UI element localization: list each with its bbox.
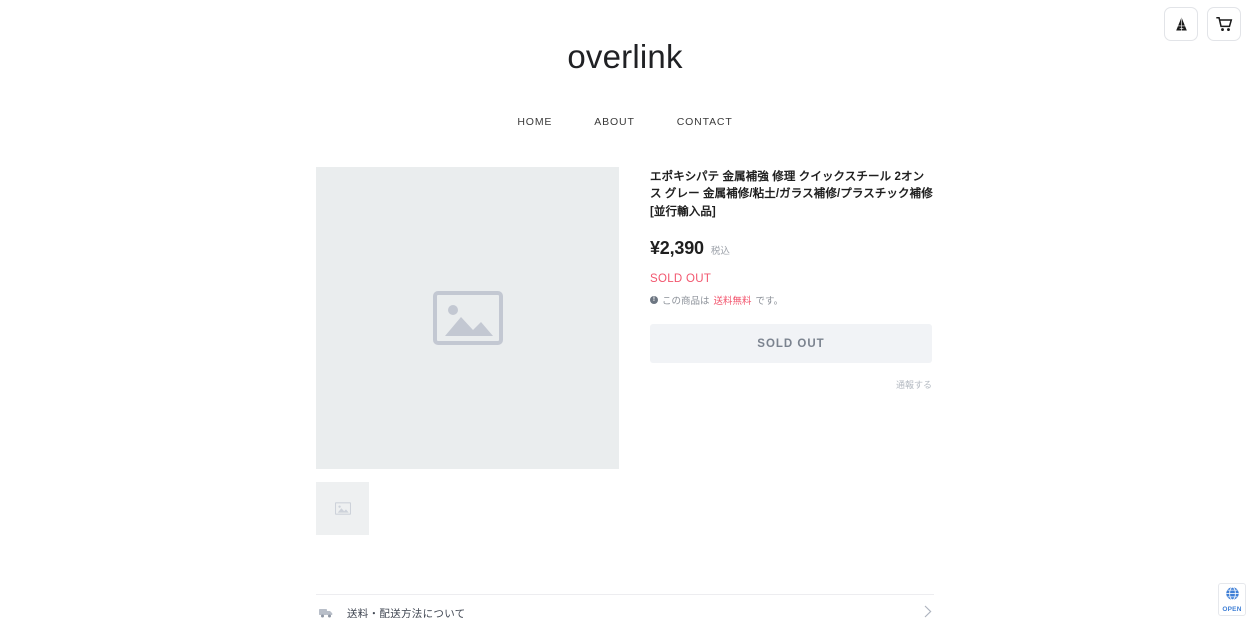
image-placeholder-icon [432, 291, 503, 345]
open-badge[interactable]: OPEN [1218, 583, 1246, 616]
chevron-right-icon [924, 605, 932, 618]
flask-icon [1173, 16, 1190, 33]
nav-item-home[interactable]: HOME [496, 116, 573, 128]
footer-links: 送料・配送方法について [316, 594, 934, 618]
top-action-buttons [1164, 7, 1241, 41]
image-placeholder-icon [334, 502, 351, 515]
shipping-note-prefix: この商品は [662, 296, 710, 308]
nav-item-about[interactable]: ABOUT [573, 116, 655, 128]
open-badge-label: OPEN [1222, 605, 1242, 613]
product-gallery [316, 167, 620, 535]
product-thumbnails [316, 482, 620, 535]
product-price-tax-note: 税込 [710, 246, 730, 258]
info-icon: ! [650, 296, 658, 305]
globe-icon [1225, 586, 1240, 606]
product-price-row: ¥2,390 税込 [650, 238, 934, 259]
shipping-note-highlight: 送料無料 [713, 296, 752, 308]
product-detail: エポキシパテ 金属補強 修理 クイックスチール 2オンス グレー 金属補修/粘土… [316, 167, 934, 535]
product-price: ¥2,390 [650, 238, 704, 259]
shipping-note: ! この商品は 送料無料 です。 [650, 293, 934, 307]
shipping-note-suffix: です。 [755, 296, 784, 308]
product-title: エポキシパテ 金属補強 修理 クイックスチール 2オンス グレー 金属補修/粘土… [650, 171, 933, 218]
footer-item-label: 送料・配送方法について [347, 608, 466, 618]
sold-out-button[interactable]: SOLD OUT [650, 324, 932, 364]
site-header: overlink HOME ABOUT CONTACT [0, 0, 1250, 128]
stock-status-badge: SOLD OUT [650, 273, 712, 286]
report-row: 通報する [650, 375, 932, 393]
site-logo[interactable]: overlink [0, 40, 1250, 73]
product-info: エポキシパテ 金属補強 修理 クイックスチール 2オンス グレー 金属補修/粘土… [620, 167, 934, 393]
report-link[interactable]: 通報する [896, 380, 932, 390]
main-navigation: HOME ABOUT CONTACT [0, 116, 1250, 128]
cart-icon [1215, 16, 1233, 33]
nav-item-contact[interactable]: CONTACT [656, 116, 754, 128]
footer-item-shipping[interactable]: 送料・配送方法について [316, 595, 934, 618]
cart-button[interactable] [1207, 7, 1241, 41]
product-thumbnail-1[interactable] [316, 482, 369, 535]
product-main-image[interactable] [316, 167, 619, 469]
flask-button[interactable] [1164, 7, 1198, 41]
truck-icon [319, 605, 333, 618]
